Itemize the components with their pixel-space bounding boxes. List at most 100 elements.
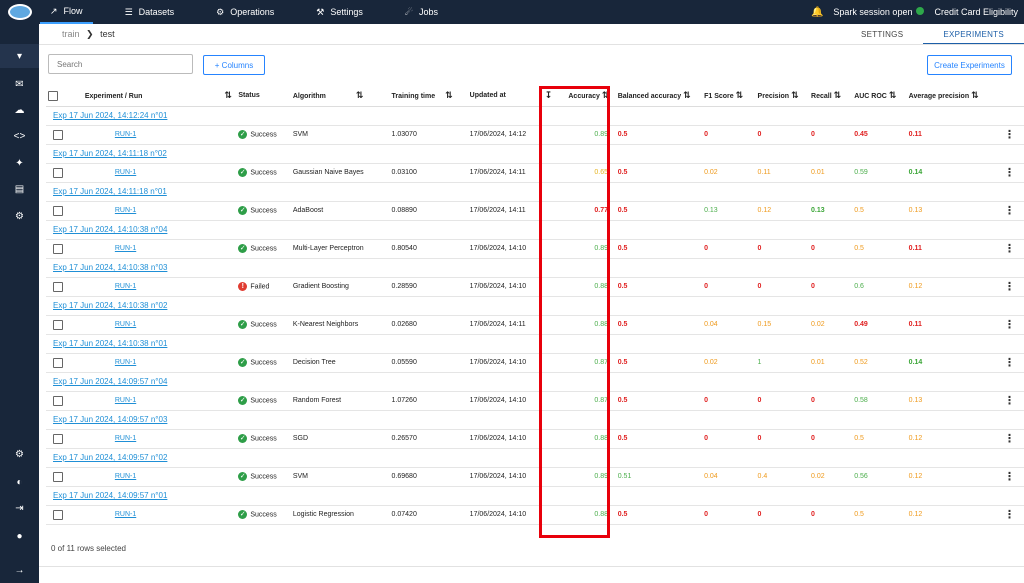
row-checkbox[interactable] [53, 357, 63, 368]
sort-precision-icon[interactable]: ⇅ [791, 90, 799, 100]
experiment-link[interactable]: Exp 17 Jun 2024, 14:10:38 n°01 [53, 339, 167, 348]
row-checkbox[interactable] [53, 167, 63, 178]
topnav-jobs[interactable]: ☄ Jobs [395, 0, 448, 24]
header-updated-at[interactable]: Updated at [470, 92, 506, 99]
run-link[interactable]: RUN-1 [115, 321, 136, 328]
header-f1-score[interactable]: F1 Score [704, 93, 734, 100]
more-options-icon[interactable]: ⋮ [1004, 319, 1015, 331]
table-row[interactable]: RUN-1 ✓ Success Decision Tree 0.05590 17/… [46, 353, 1024, 373]
breadcrumb-parent[interactable]: train [62, 29, 80, 39]
run-link[interactable]: RUN-1 [115, 245, 136, 252]
more-options-icon[interactable]: ⋮ [1004, 395, 1015, 407]
gear-icon[interactable]: ⚙ [0, 204, 39, 228]
chevron-down-icon[interactable]: ▾ [0, 44, 39, 68]
run-link[interactable]: RUN-1 [115, 511, 136, 518]
experiment-link[interactable]: Exp 17 Jun 2024, 14:09:57 n°04 [53, 377, 167, 386]
header-recall[interactable]: Recall [811, 93, 832, 100]
sort-accuracy-icon[interactable]: ⇅ [602, 90, 610, 100]
experiment-link[interactable]: Exp 17 Jun 2024, 14:10:38 n°03 [53, 263, 167, 272]
row-checkbox[interactable] [53, 319, 63, 330]
cloud-upload-icon[interactable]: ☁ [0, 98, 39, 122]
table-row[interactable]: RUN-1 ✓ Success Multi-Layer Perceptron 0.… [46, 239, 1024, 259]
row-checkbox[interactable] [53, 243, 63, 254]
arrow-right-icon[interactable]: → [0, 558, 39, 582]
row-checkbox[interactable] [53, 433, 63, 444]
row-checkbox[interactable] [53, 281, 63, 292]
row-checkbox[interactable] [53, 205, 63, 216]
search-input[interactable] [48, 54, 193, 74]
bar-chart-icon[interactable]: ▤ [0, 177, 39, 201]
table-row[interactable]: RUN-1 ✓ Success SVM 0.69680 17/06/2024, 1… [46, 467, 1024, 487]
user-icon[interactable]: ● [0, 524, 39, 548]
more-options-icon[interactable]: ⋮ [1004, 509, 1015, 521]
experiment-link[interactable]: Exp 17 Jun 2024, 14:10:38 n°04 [53, 225, 167, 234]
table-row[interactable]: RUN-1 ✓ Success Logistic Regression 0.074… [46, 505, 1024, 525]
experiment-link[interactable]: Exp 17 Jun 2024, 14:11:18 n°02 [53, 149, 167, 158]
run-link[interactable]: RUN-1 [115, 169, 136, 176]
topnav-operations[interactable]: ⚙ Operations [206, 0, 284, 24]
columns-button[interactable]: + Columns [203, 55, 265, 75]
more-options-icon[interactable]: ⋮ [1004, 357, 1015, 369]
topnav-flow[interactable]: ↗ Flow [40, 0, 93, 24]
sort-training-time-icon[interactable]: ⇅ [445, 90, 453, 100]
experiment-link[interactable]: Exp 17 Jun 2024, 14:09:57 n°02 [53, 453, 167, 462]
create-experiments-button[interactable]: Create Experiments [927, 55, 1012, 75]
header-auc-roc[interactable]: AUC ROC [854, 93, 887, 100]
table-row[interactable]: RUN-1 ✓ Success Random Forest 1.07260 17/… [46, 391, 1024, 411]
sort-recall-icon[interactable]: ⇅ [834, 90, 842, 100]
run-link[interactable]: RUN-1 [115, 359, 136, 366]
sort-average-precision-icon[interactable]: ⇅ [971, 90, 979, 100]
topnav-datasets[interactable]: ☰ Datasets [115, 0, 185, 24]
bell-icon[interactable]: 🔔 [811, 7, 823, 18]
code-icon[interactable]: <> [0, 124, 39, 148]
theme-contrast-icon[interactable]: ◐ [0, 470, 39, 494]
header-precision[interactable]: Precision [758, 93, 790, 100]
header-experiment[interactable]: Experiment / Run [85, 93, 143, 100]
table-row[interactable]: RUN-1 ✓ Success K-Nearest Neighbors 0.026… [46, 315, 1024, 335]
more-options-icon[interactable]: ⋮ [1004, 281, 1015, 293]
more-options-icon[interactable]: ⋮ [1004, 243, 1015, 255]
run-link[interactable]: RUN-1 [115, 207, 136, 214]
more-options-icon[interactable]: ⋮ [1004, 471, 1015, 483]
sort-auc-icon[interactable]: ⇅ [889, 90, 897, 100]
header-algorithm[interactable]: Algorithm [293, 93, 326, 100]
header-balanced-accuracy[interactable]: Balanced accuracy [618, 93, 681, 100]
header-average-precision[interactable]: Average precision [909, 93, 969, 100]
experiment-link[interactable]: Exp 17 Jun 2024, 14:10:38 n°02 [53, 301, 167, 310]
tab-settings[interactable]: SETTINGS [841, 25, 923, 45]
sort-experiment-icon[interactable]: ⇅ [224, 90, 232, 100]
puzzle-icon[interactable]: ✦ [0, 151, 39, 175]
more-options-icon[interactable]: ⋮ [1004, 167, 1015, 179]
table-row[interactable]: RUN-1 ✓ Success SGD 0.26570 17/06/2024, 1… [46, 429, 1024, 449]
select-all-checkbox[interactable] [48, 90, 58, 101]
table-row[interactable]: RUN-1 ! Failed Gradient Boosting 0.28590 … [46, 277, 1024, 297]
inbox-icon[interactable]: ✉ [0, 72, 39, 96]
app-logo[interactable] [8, 4, 32, 20]
project-name[interactable]: Credit Card Eligibility [934, 7, 1018, 17]
more-options-icon[interactable]: ⋮ [1004, 129, 1015, 141]
run-link[interactable]: RUN-1 [115, 131, 136, 138]
run-link[interactable]: RUN-1 [115, 435, 136, 442]
experiment-link[interactable]: Exp 17 Jun 2024, 14:11:18 n°01 [53, 187, 167, 196]
sort-algorithm-icon[interactable]: ⇅ [356, 90, 364, 100]
run-link[interactable]: RUN-1 [115, 397, 136, 404]
table-row[interactable]: RUN-1 ✓ Success Gaussian Naive Bayes 0.03… [46, 163, 1024, 183]
experiment-link[interactable]: Exp 17 Jun 2024, 14:09:57 n°01 [53, 491, 167, 500]
header-accuracy[interactable]: Accuracy [568, 93, 600, 100]
header-training-time[interactable]: Training time [392, 93, 436, 100]
run-link[interactable]: RUN-1 [115, 473, 136, 480]
tab-experiments[interactable]: EXPERIMENTS [923, 25, 1024, 45]
sort-balanced-accuracy-icon[interactable]: ⇅ [683, 90, 691, 100]
experiment-link[interactable]: Exp 17 Jun 2024, 14:09:57 n°03 [53, 415, 167, 424]
row-checkbox[interactable] [53, 129, 63, 140]
settings-cog-icon[interactable]: ⚙ [0, 442, 39, 466]
row-checkbox[interactable] [53, 509, 63, 520]
sort-desc-icon[interactable]: ↧ [545, 90, 553, 100]
table-row[interactable]: RUN-1 ✓ Success SVM 1.03070 17/06/2024, 1… [46, 125, 1024, 145]
run-link[interactable]: RUN-1 [115, 283, 136, 290]
more-options-icon[interactable]: ⋮ [1004, 433, 1015, 445]
header-status[interactable]: Status [238, 92, 259, 99]
sort-f1-icon[interactable]: ⇅ [736, 90, 744, 100]
table-row[interactable]: RUN-1 ✓ Success AdaBoost 0.08890 17/06/20… [46, 201, 1024, 221]
row-checkbox[interactable] [53, 471, 63, 482]
